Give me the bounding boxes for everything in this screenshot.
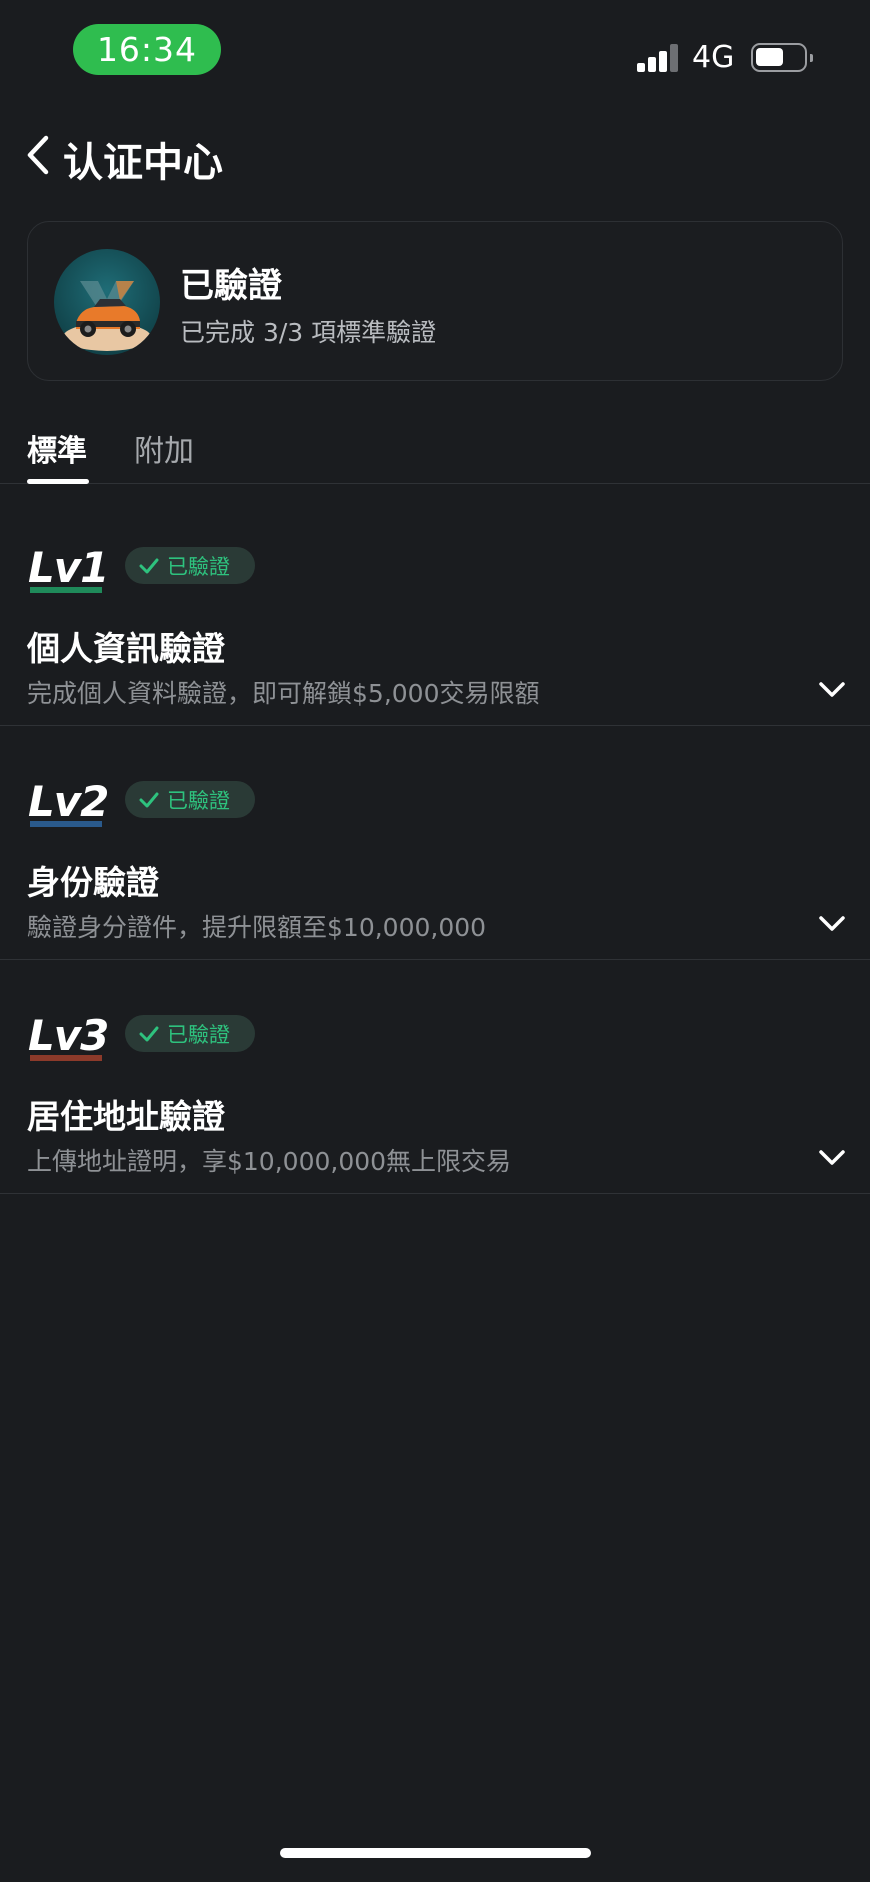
level-item-lv2[interactable]: Lv2 已驗證 身份驗證 驗證身分證件，提升限額至$10,000,000 bbox=[0, 726, 870, 960]
status-badge: 已驗證 bbox=[125, 781, 255, 818]
status-time: 16:34 bbox=[73, 24, 221, 75]
level-title: 個人資訊驗證 bbox=[27, 629, 225, 668]
level-badge-text: Lv2 bbox=[28, 777, 109, 826]
chevron-down-icon[interactable] bbox=[817, 914, 847, 934]
status-badge-label: 已驗證 bbox=[167, 1022, 230, 1047]
status-badge: 已驗證 bbox=[125, 1015, 255, 1052]
avatar bbox=[54, 249, 160, 355]
summary-subtitle: 已完成 3/3 項標準驗證 bbox=[180, 318, 437, 347]
status-badge-label: 已驗證 bbox=[167, 788, 230, 813]
tab-standard[interactable]: 標準 bbox=[27, 426, 87, 470]
home-indicator[interactable] bbox=[280, 1848, 591, 1858]
level-description: 上傳地址證明，享$10,000,000無上限交易 bbox=[27, 1147, 512, 1176]
level-badge: Lv1 bbox=[28, 543, 109, 594]
tab-additional[interactable]: 附加 bbox=[134, 426, 194, 470]
check-icon bbox=[139, 1026, 159, 1041]
status-badge: 已驗證 bbox=[125, 547, 255, 584]
nav-bar: 认证中心 bbox=[0, 120, 870, 190]
level-description: 完成個人資料驗證，即可解鎖$5,000交易限額 bbox=[27, 679, 540, 708]
screen: 16:34 4G 认证中心 已驗證 已完成 3/3 項標準驗證 標準 附加 Lv… bbox=[0, 0, 870, 1882]
tab-active-indicator bbox=[27, 479, 89, 484]
network-label: 4G bbox=[692, 40, 735, 75]
summary-title: 已驗證 bbox=[180, 266, 282, 306]
level-badge-text: Lv1 bbox=[28, 543, 109, 592]
tab-bar: 標準 附加 bbox=[0, 420, 870, 484]
chevron-down-icon[interactable] bbox=[817, 1148, 847, 1168]
level-badge: Lv3 bbox=[28, 1011, 109, 1062]
level-badge: Lv2 bbox=[28, 777, 109, 828]
page-title: 认证中心 bbox=[63, 140, 223, 186]
level-title: 居住地址驗證 bbox=[27, 1097, 225, 1136]
level-title: 身份驗證 bbox=[27, 863, 159, 902]
level-item-lv1[interactable]: Lv1 已驗證 個人資訊驗證 完成個人資料驗證，即可解鎖$5,000交易限額 bbox=[0, 492, 870, 726]
level-badge-text: Lv3 bbox=[28, 1011, 109, 1060]
verification-summary-card: 已驗證 已完成 3/3 項標準驗證 bbox=[27, 221, 843, 381]
battery-icon bbox=[751, 43, 813, 72]
level-description: 驗證身分證件，提升限額至$10,000,000 bbox=[27, 913, 487, 942]
status-bar: 16:34 4G bbox=[0, 0, 870, 100]
status-badge-label: 已驗證 bbox=[167, 554, 230, 579]
level-item-lv3[interactable]: Lv3 已驗證 居住地址驗證 上傳地址證明，享$10,000,000無上限交易 bbox=[0, 960, 870, 1194]
check-icon bbox=[139, 792, 159, 807]
chevron-left-icon bbox=[27, 135, 49, 175]
back-button[interactable] bbox=[20, 130, 60, 180]
signal-icon bbox=[637, 44, 679, 72]
check-icon bbox=[139, 558, 159, 573]
chevron-down-icon[interactable] bbox=[817, 680, 847, 700]
